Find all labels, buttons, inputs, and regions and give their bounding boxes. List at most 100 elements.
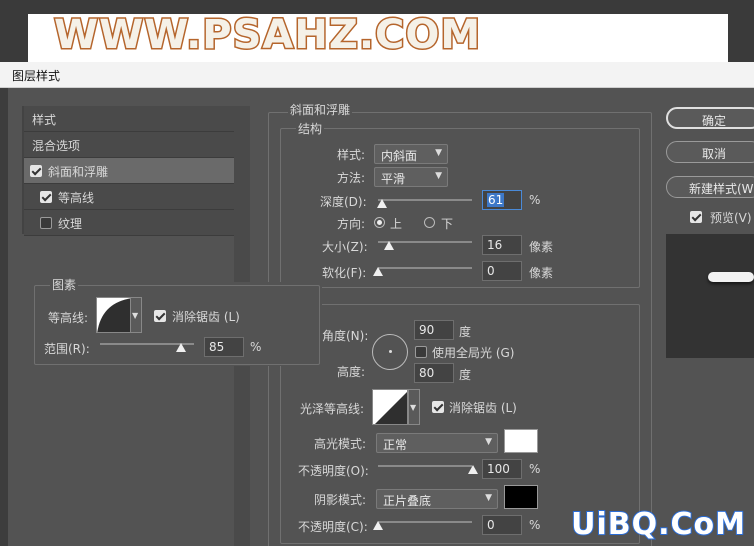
elements-anti-alias-label: 消除锯齿 (L): [172, 310, 240, 324]
bevel-emboss-checkbox[interactable]: [30, 165, 42, 177]
soften-slider-thumb[interactable]: [373, 267, 383, 276]
angle-input[interactable]: 90: [414, 320, 454, 340]
range-slider-thumb[interactable]: [176, 343, 186, 352]
preview-checkbox[interactable]: [690, 211, 702, 223]
shadow-opacity-unit: %: [529, 518, 541, 532]
angle-dial[interactable]: [372, 334, 408, 370]
direction-up-label: 上: [390, 217, 403, 231]
list-item-styles[interactable]: 样式: [24, 106, 234, 132]
gloss-contour-thumbnail[interactable]: [372, 389, 408, 425]
elements-contour-label: 等高线:: [48, 311, 89, 325]
structure-title: 结构: [296, 120, 325, 137]
list-item-contour[interactable]: 等高线: [24, 184, 234, 210]
soften-unit: 像素: [529, 266, 554, 280]
shadow-opacity-thumb[interactable]: [373, 521, 383, 530]
direction-up-radio[interactable]: [374, 217, 385, 228]
list-item-texture[interactable]: 纹理: [24, 210, 234, 236]
size-slider-thumb[interactable]: [384, 241, 394, 250]
highlight-color-swatch[interactable]: [504, 429, 538, 453]
contour-checkbox[interactable]: [40, 191, 52, 203]
size-input[interactable]: 16: [482, 235, 522, 255]
highlight-opacity-unit: %: [529, 462, 541, 476]
depth-unit: %: [529, 193, 541, 207]
angle-dial-dot: [389, 350, 392, 353]
ok-button[interactable]: 确定: [666, 107, 754, 129]
soften-label: 软化(F):: [322, 266, 367, 280]
list-item-label: 混合选项: [32, 139, 81, 153]
list-item-label: 等高线: [58, 191, 95, 205]
style-select-value: 内斜面: [381, 149, 418, 163]
soften-slider[interactable]: [378, 267, 472, 269]
depth-slider[interactable]: [378, 199, 472, 201]
range-unit: %: [250, 340, 262, 354]
technique-select-value: 平滑: [381, 172, 406, 186]
soften-input[interactable]: 0: [482, 261, 522, 281]
depth-label: 深度(D):: [320, 195, 367, 209]
bevel-section-title: 斜面和浮雕: [288, 101, 353, 118]
direction-label: 方向:: [337, 217, 366, 231]
dialog-title: 图层样式: [12, 69, 61, 83]
highlight-opacity-slider[interactable]: [378, 465, 472, 467]
technique-select[interactable]: 平滑 ▼: [374, 167, 448, 187]
range-value: 85: [209, 340, 225, 354]
size-unit: 像素: [529, 240, 554, 254]
list-item-blending-options[interactable]: 混合选项: [24, 132, 234, 158]
size-value: 16: [487, 238, 503, 252]
global-light-checkbox[interactable]: [415, 346, 427, 358]
highlight-mode-label: 高光模式:: [314, 437, 367, 451]
altitude-input[interactable]: 80: [414, 363, 454, 383]
shadow-mode-value: 正片叠底: [383, 494, 432, 508]
style-label: 样式:: [337, 148, 366, 162]
curve-contour-icon: [97, 298, 131, 332]
highlight-mode-select[interactable]: 正常 ▼: [376, 433, 498, 453]
depth-input[interactable]: 61: [482, 190, 522, 210]
shadow-opacity-input[interactable]: 0: [482, 515, 522, 535]
soften-value: 0: [487, 264, 495, 278]
highlight-mode-value: 正常: [383, 438, 408, 452]
gloss-contour-dropdown[interactable]: ▼: [408, 389, 420, 425]
size-label: 大小(Z):: [322, 240, 368, 254]
list-item-label: 斜面和浮雕: [48, 165, 109, 179]
angle-unit: 度: [459, 325, 472, 339]
shadow-opacity-label: 不透明度(C):: [298, 520, 368, 534]
list-item-label: 样式: [32, 113, 57, 127]
banner-text: WWW.PSAHZ.COM: [52, 11, 482, 60]
angle-label: 角度(N):: [322, 329, 369, 343]
list-item-bevel-emboss[interactable]: 斜面和浮雕: [24, 158, 234, 184]
gloss-anti-alias-checkbox[interactable]: [432, 401, 444, 413]
altitude-value: 80: [419, 366, 435, 380]
list-item-label: 纹理: [58, 217, 83, 231]
highlight-opacity-thumb[interactable]: [468, 465, 478, 474]
technique-label: 方法:: [337, 171, 366, 185]
elements-contour-thumbnail[interactable]: [96, 297, 132, 333]
shadow-opacity-value: 0: [487, 518, 495, 532]
chevron-down-icon: ▼: [485, 437, 492, 447]
altitude-label: 高度:: [337, 365, 366, 379]
dialog-titlebar: 图层样式: [0, 62, 754, 88]
watermark-text: UiBQ.CoM: [570, 506, 746, 543]
direction-down-radio[interactable]: [424, 217, 435, 228]
highlight-opacity-label: 不透明度(O):: [298, 464, 369, 478]
new-style-button-label: 新建样式(W)...: [689, 182, 754, 196]
texture-checkbox[interactable]: [40, 217, 52, 229]
left-edge: [0, 88, 8, 546]
depth-slider-thumb[interactable]: [377, 199, 387, 208]
chevron-down-icon: ▼: [410, 403, 417, 412]
elements-contour-dropdown[interactable]: ▼: [130, 297, 142, 333]
chevron-down-icon: ▼: [132, 311, 139, 320]
shadow-mode-select[interactable]: 正片叠底 ▼: [376, 489, 498, 509]
elements-anti-alias-checkbox[interactable]: [154, 310, 166, 322]
global-light-label: 使用全局光 (G): [432, 346, 515, 360]
cancel-button[interactable]: 取消: [666, 141, 754, 163]
chevron-down-icon: ▼: [435, 171, 442, 181]
gloss-contour-label: 光泽等高线:: [300, 402, 365, 416]
range-input[interactable]: 85: [204, 337, 244, 357]
shadow-color-swatch[interactable]: [504, 485, 538, 509]
chevron-down-icon: ▼: [485, 493, 492, 503]
style-select[interactable]: 内斜面 ▼: [374, 144, 448, 164]
shadow-opacity-slider[interactable]: [378, 521, 472, 523]
elements-title: 图素: [50, 276, 79, 293]
highlight-opacity-input[interactable]: 100: [482, 459, 522, 479]
depth-value: 61: [487, 193, 505, 207]
new-style-button[interactable]: 新建样式(W)...: [666, 176, 754, 198]
